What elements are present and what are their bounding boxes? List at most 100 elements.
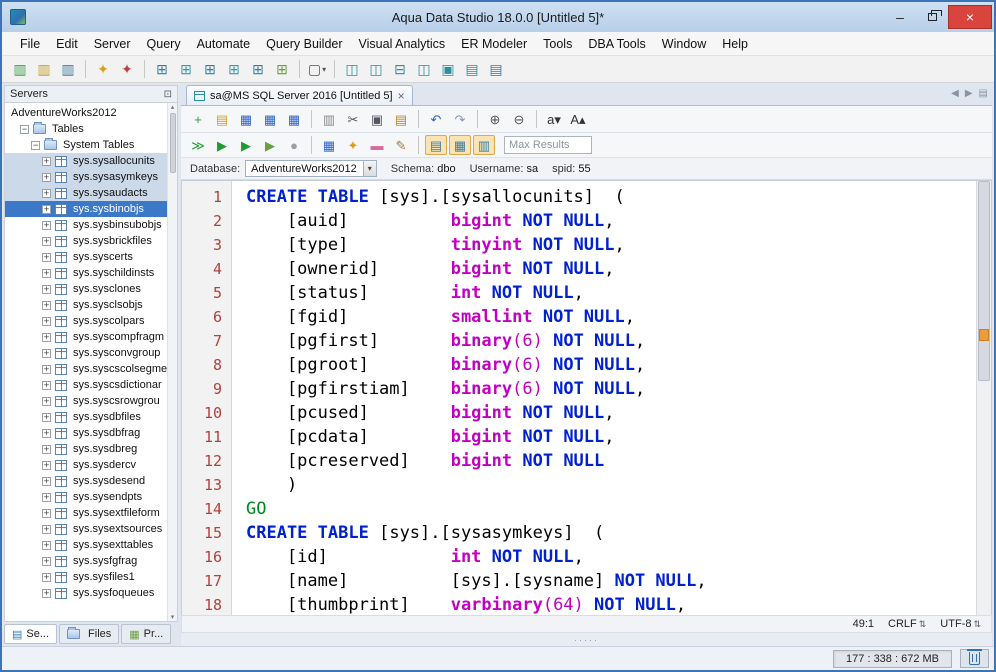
code-area[interactable]: CREATE TABLE [sys].[sysallocunits] ( [au… (232, 181, 976, 615)
er-modeler-button[interactable]: ⊞ (247, 59, 269, 80)
tree-item-sys-sysdbfiles[interactable]: +sys.sysdbfiles (5, 409, 167, 425)
projects-tab[interactable]: ▦Pr... (121, 624, 171, 644)
expand-icon[interactable]: + (42, 157, 51, 166)
tree-item-sys-sysdesend[interactable]: +sys.sysdesend (5, 473, 167, 489)
tree-item-sys-syscsrowgrou[interactable]: +sys.syscsrowgrou (5, 393, 167, 409)
tree-item-sys-syscsdictionar[interactable]: +sys.syscsdictionar (5, 377, 167, 393)
schema-browser-button[interactable]: ⊞ (175, 59, 197, 80)
execute-all-button[interactable]: ≫ (187, 135, 209, 155)
automation-button[interactable]: ✦ (116, 59, 138, 80)
tile-windows-button[interactable]: ◫ (341, 59, 363, 80)
expand-icon[interactable]: + (42, 269, 51, 278)
expand-icon[interactable]: + (42, 237, 51, 246)
execute-fetch-button[interactable]: ▶ (235, 135, 257, 155)
clear-editor-button[interactable]: ▬ (366, 135, 388, 155)
tree-item-sys-sysextsources[interactable]: +sys.sysextsources (5, 521, 167, 537)
menu-item-window[interactable]: Window (654, 37, 714, 51)
tree-item-sys-sysbinobjs[interactable]: +sys.sysbinobjs (5, 201, 167, 217)
cut-button[interactable]: ✂ (342, 109, 364, 129)
describe-button[interactable]: ▦ (318, 135, 340, 155)
execute-edit-button[interactable]: ▶ (259, 135, 281, 155)
expand-icon[interactable]: + (42, 349, 51, 358)
undock-panel-icon[interactable]: ⊡ (164, 89, 172, 100)
menu-item-tools[interactable]: Tools (535, 37, 580, 51)
tree-item-sys-sysconvgroup[interactable]: +sys.sysconvgroup (5, 345, 167, 361)
max-results-input[interactable] (504, 136, 592, 154)
redo-button[interactable]: ↷ (449, 109, 471, 129)
execute-button[interactable]: ▶ (211, 135, 233, 155)
close-button[interactable]: × (948, 5, 992, 29)
query-builder-button[interactable]: ⊞ (223, 59, 245, 80)
tree-item-sys-sysclsobjs[interactable]: +sys.sysclsobjs (5, 297, 167, 313)
save-button[interactable]: ▦ (235, 109, 257, 129)
next-tab-button[interactable]: ▶ (965, 88, 973, 99)
tree-item-sys-sysextfileform[interactable]: +sys.sysextfileform (5, 505, 167, 521)
tab-close-icon[interactable]: × (398, 90, 405, 102)
expand-icon[interactable]: + (42, 413, 51, 422)
tree-item-sys-sysendpts[interactable]: +sys.sysendpts (5, 489, 167, 505)
expand-icon[interactable]: + (42, 477, 51, 486)
split-vertical-button[interactable]: ◫ (413, 59, 435, 80)
minimize-button[interactable]: – (884, 5, 916, 29)
expand-icon[interactable]: + (42, 333, 51, 342)
database-select[interactable]: AdventureWorks2012 ▾ (245, 160, 377, 177)
restore-button[interactable] (916, 5, 948, 29)
toggle-grid-results-button[interactable]: ▦ (449, 135, 471, 155)
tree-item-sys-syscolpars[interactable]: +sys.syscolpars (5, 313, 167, 329)
menu-item-automate[interactable]: Automate (189, 37, 259, 51)
zoom-in-button[interactable]: ⊕ (484, 109, 506, 129)
expand-icon[interactable]: + (42, 493, 51, 502)
expand-icon[interactable]: + (42, 317, 51, 326)
decrease-font-button[interactable]: a▾ (543, 109, 565, 129)
expand-icon[interactable]: + (42, 173, 51, 182)
show-results-button[interactable]: ▤ (461, 59, 483, 80)
server-group-button[interactable]: ▥ (57, 59, 79, 80)
zoom-out-button[interactable]: ⊖ (508, 109, 530, 129)
expand-icon[interactable]: + (42, 525, 51, 534)
tree-item-sys-sysclones[interactable]: +sys.sysclones (5, 281, 167, 297)
expand-icon[interactable]: + (42, 253, 51, 262)
tree-scrollbar-thumb[interactable] (170, 113, 176, 173)
query-analyzer-button[interactable]: ⊞ (151, 59, 173, 80)
tree-item-sys-syscerts[interactable]: +sys.syscerts (5, 249, 167, 265)
encoding-selector[interactable]: UTF-8⇅ (940, 618, 981, 630)
menu-item-query-builder[interactable]: Query Builder (258, 37, 350, 51)
window-list-button[interactable]: ▤ (485, 59, 507, 80)
menu-item-visual-analytics[interactable]: Visual Analytics (351, 37, 454, 51)
expand-icon[interactable]: + (42, 205, 51, 214)
menu-item-dba-tools[interactable]: DBA Tools (580, 37, 653, 51)
increase-font-button[interactable]: A▴ (567, 109, 589, 129)
tree-item-sys-sysfgfrag[interactable]: +sys.sysfgfrag (5, 553, 167, 569)
expand-icon[interactable]: + (42, 541, 51, 550)
tree-item-sys-sysexttables[interactable]: +sys.sysexttables (5, 537, 167, 553)
tree-item-sys-sysdercv[interactable]: +sys.sysdercv (5, 457, 167, 473)
servers-tab[interactable]: ▤Se... (4, 624, 57, 644)
menu-item-query[interactable]: Query (139, 37, 189, 51)
expand-icon[interactable]: + (42, 189, 51, 198)
expand-icon[interactable]: + (42, 397, 51, 406)
scroll-up-icon[interactable]: ▴ (171, 103, 175, 111)
expand-icon[interactable]: + (42, 509, 51, 518)
import-tool-button[interactable]: ⊞ (271, 59, 293, 80)
expand-icon[interactable]: + (42, 573, 51, 582)
tree-item-sys-sysaudacts[interactable]: +sys.sysaudacts (5, 185, 167, 201)
toggle-text-results-button[interactable]: ▤ (425, 135, 447, 155)
table-data-button[interactable]: ⊞ (199, 59, 221, 80)
register-server-button[interactable]: ▥ (9, 59, 31, 80)
garbage-collect-button[interactable] (960, 649, 989, 668)
new-document-button[interactable]: ▢▾ (306, 59, 328, 80)
expand-icon[interactable]: + (42, 221, 51, 230)
tree-item-sys-sysfiles1[interactable]: +sys.sysfiles1 (5, 569, 167, 585)
tree-item-sys-sysdbreg[interactable]: +sys.sysdbreg (5, 441, 167, 457)
expand-icon[interactable]: + (42, 365, 51, 374)
tree-item-tables[interactable]: −Tables (5, 121, 167, 137)
tree-item-sys-syscompfragm[interactable]: +sys.syscompfragm (5, 329, 167, 345)
menu-item-file[interactable]: File (12, 37, 48, 51)
new-file-button[interactable]: + (187, 109, 209, 129)
expand-icon[interactable]: + (42, 381, 51, 390)
expand-icon[interactable]: + (42, 301, 51, 310)
cascade-windows-button[interactable]: ◫ (365, 59, 387, 80)
tree-scrollbar[interactable]: ▴ ▾ (167, 103, 177, 621)
toggle-pivot-results-button[interactable]: ▥ (473, 135, 495, 155)
expand-icon[interactable]: + (42, 445, 51, 454)
